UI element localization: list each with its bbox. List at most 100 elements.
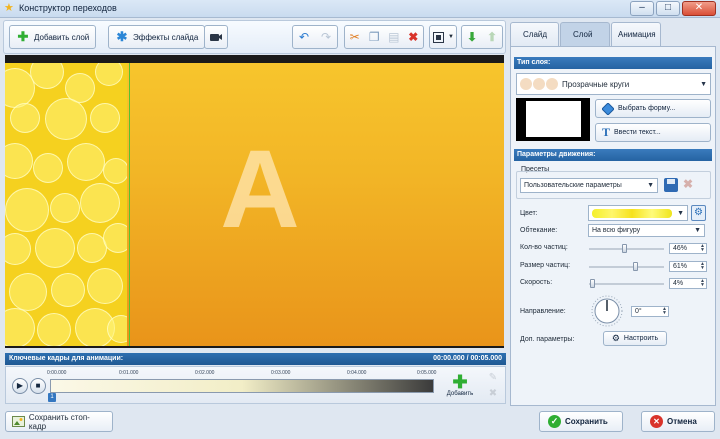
speed-label: Скорость: [520, 279, 553, 286]
undo-redo-group: ↶ ↷ [292, 25, 338, 49]
app-icon: ★ [4, 2, 14, 14]
plus-icon: ✚ [452, 372, 468, 392]
undo-icon[interactable]: ↶ [293, 26, 315, 48]
enter-text-label: Ввести текст... [614, 129, 661, 136]
preset-value: Пользовательские параметры [524, 182, 622, 189]
color-swatch [592, 208, 672, 218]
cut-icon[interactable]: ✂ [345, 26, 365, 48]
direction-dial[interactable] [591, 295, 623, 327]
count-slider[interactable] [589, 248, 664, 250]
minimize-button[interactable]: – [630, 1, 654, 16]
tick-label: 0:05.000 [417, 370, 437, 376]
speed-slider-thumb[interactable] [590, 279, 595, 288]
tab-slide[interactable]: Слайд [510, 22, 559, 46]
shape-preview [516, 98, 590, 141]
play-button[interactable]: ▶ [12, 378, 28, 394]
count-value: 46% [673, 245, 688, 252]
speed-value: 4% [673, 280, 684, 287]
save-frame-label: Сохранить стоп-кадр [28, 412, 90, 431]
cancel-icon: ✕ [650, 415, 663, 428]
size-slider[interactable] [589, 266, 664, 268]
preset-select[interactable]: Пользовательские параметры ▼ [520, 178, 658, 193]
count-spinner[interactable]: 46% ▲ ▼ [669, 243, 707, 254]
cancel-label: Отмена [667, 417, 697, 426]
save-frame-button[interactable]: Сохранить стоп-кадр [5, 411, 113, 432]
configure-label: Настроить [623, 335, 659, 342]
flow-select[interactable]: На всю фигуру ▼ [588, 224, 705, 237]
color-settings-button[interactable]: ⚙ [691, 205, 706, 221]
speed-slider[interactable] [589, 283, 664, 285]
toolbar: ✚ Добавить слой ✱ Эффекты слайда ↶ ↷ ✂ ❐… [3, 20, 506, 54]
close-button[interactable]: ✕ [682, 1, 716, 16]
chevron-down-icon: ▼ [700, 80, 707, 88]
keyframes-title: Ключевые кадры для анимации: [9, 355, 124, 362]
chevron-down-icon: ▼ [694, 227, 701, 234]
speed-spinner[interactable]: 4% ▲ ▼ [669, 278, 707, 289]
picture-icon [12, 416, 25, 427]
tab-bar: Слайд Слой Анимация [510, 22, 661, 46]
sparkle-icon: ✱ [116, 29, 128, 44]
add-layer-label: Добавить слой [34, 32, 90, 42]
add-layer-button[interactable]: ✚ Добавить слой [9, 25, 97, 49]
camera-button[interactable] [204, 25, 228, 49]
add-keyframe-button[interactable]: ✚ Добавить [443, 369, 477, 401]
configure-button[interactable]: ⚙ Настроить [603, 331, 667, 346]
zoom-dropdown[interactable]: ▼ [429, 25, 457, 49]
slide-preview[interactable]: A [5, 55, 504, 348]
cancel-button[interactable]: ✕ Отмена [641, 411, 715, 432]
title-bar: ★ Конструктор переходов – □ ✕ [0, 0, 720, 18]
color-select[interactable]: ▼ [588, 205, 688, 221]
add-keyframe-label: Добавить [446, 391, 474, 397]
slide-effects-button[interactable]: ✱ Эффекты слайда [108, 25, 206, 49]
delete-preset-icon[interactable]: ✖ [683, 177, 693, 191]
diamond-icon [602, 102, 614, 115]
tick-label: 0:00.000 [47, 370, 67, 376]
copy-icon[interactable]: ❐ [365, 26, 385, 48]
timeline: ▶ ■ 0:00.000 0:01.000 0:02.000 0:03.000 … [5, 366, 506, 404]
size-value: 61% [673, 263, 688, 270]
redo-icon[interactable]: ↷ [315, 26, 337, 48]
layer-type-select[interactable]: Прозрачные круги ▼ [516, 73, 711, 95]
direction-value: 0° [635, 308, 642, 315]
keyframe-marker[interactable]: 1 [48, 393, 56, 402]
direction-spinner[interactable]: 0° ▲ ▼ [631, 306, 669, 317]
particle-layer [5, 63, 127, 346]
timeline-track[interactable] [50, 379, 434, 393]
delete-icon[interactable]: ✖ [404, 26, 424, 48]
count-slider-thumb[interactable] [621, 244, 627, 253]
save-label: Сохранить [565, 417, 608, 426]
size-slider-thumb[interactable] [632, 262, 638, 271]
choose-shape-label: Выбрать форму... [618, 105, 676, 112]
chevron-down-icon: ▼ [677, 209, 684, 217]
layer-boundary [129, 63, 130, 346]
tab-layer[interactable]: Слой [560, 22, 610, 46]
maximize-button[interactable]: □ [656, 1, 680, 16]
direction-label: Направление: [520, 308, 566, 315]
stop-button[interactable]: ■ [30, 378, 46, 394]
extra-label: Доп. параметры: [520, 336, 575, 343]
save-preset-icon[interactable] [664, 178, 678, 192]
paste-icon[interactable]: ▤ [384, 26, 404, 48]
arrow-down-icon[interactable]: ⬇ [462, 26, 482, 48]
keyframes-header: Ключевые кадры для анимации: 00:00.000 /… [5, 353, 506, 365]
keyframes-time: 00:00.000 / 00:05.000 [433, 355, 502, 362]
chevron-down-icon: ▼ [448, 34, 454, 40]
checkmark-icon: ✓ [548, 415, 561, 428]
color-label: Цвет: [520, 210, 538, 217]
enter-text-button[interactable]: T Ввести текст... [595, 123, 711, 142]
tick-label: 0:02.000 [195, 370, 215, 376]
size-spinner[interactable]: 61% ▲ ▼ [669, 261, 707, 272]
choose-shape-button[interactable]: Выбрать форму... [595, 99, 711, 118]
save-button[interactable]: ✓ Сохранить [539, 411, 623, 432]
tab-animation[interactable]: Анимация [611, 22, 661, 46]
plus-icon: ✚ [17, 29, 29, 44]
arrow-up-icon[interactable]: ⬆ [482, 26, 502, 48]
size-label: Размер частиц: [520, 262, 571, 269]
properties-panel: Тип слоя: Прозрачные круги ▼ Выбрать фор… [510, 46, 716, 406]
text-icon: T [602, 125, 611, 139]
slide-effects-label: Эффекты слайда [133, 32, 199, 42]
delete-keyframe-icon[interactable]: ✖ [486, 387, 500, 401]
move-group: ⬇ ⬆ [461, 25, 503, 49]
edit-keyframe-icon[interactable]: ✎ [486, 371, 500, 385]
count-label: Кол-во частиц: [520, 244, 568, 251]
